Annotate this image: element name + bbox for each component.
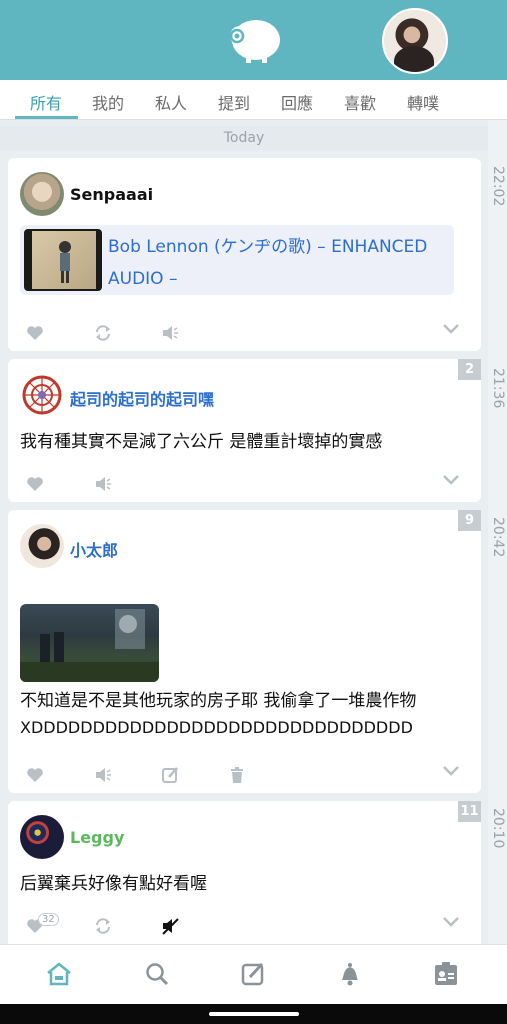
music-link-card[interactable]: Bob Lennon (ケンヂの歌) – ENHANCED AUDIO – (20, 225, 454, 295)
muted-icon[interactable] (161, 917, 179, 935)
author-name[interactable]: Leggy (70, 828, 124, 847)
tab-all[interactable]: 所有 (30, 90, 62, 114)
sheep-logo-icon[interactable] (226, 16, 282, 64)
plurk-card[interactable]: 2 起司的起司的起司嘿 我有種其實不是減了六公斤 是體重計壞掉的實感 (8, 359, 481, 502)
author-name[interactable]: Senpaaai (70, 185, 153, 204)
plurk-card[interactable]: 9 小太郎 不知道是不是其他玩家的房子耶 我偷拿了一堆農作物 XDDDDDDDD… (8, 510, 481, 793)
replurk-icon[interactable] (94, 324, 112, 342)
album-cover (24, 229, 102, 291)
plurk-text: XDDDDDDDDDDDDDDDDDDDDDDDDDDDDDDD (20, 718, 413, 737)
mute-icon[interactable] (94, 766, 112, 784)
attached-image[interactable] (20, 604, 159, 682)
plurk-text: 后翼棄兵好像有點好看喔 (20, 874, 207, 894)
chevron-down-icon[interactable] (443, 324, 459, 334)
active-tab-indicator (15, 116, 78, 119)
response-count-badge: 2 (458, 359, 481, 380)
search-icon[interactable] (144, 961, 170, 987)
chevron-down-icon[interactable] (443, 766, 459, 776)
system-navigation-bar (0, 1004, 507, 1024)
time-label: 20:42 (490, 517, 506, 558)
avatar[interactable] (20, 524, 64, 568)
heart-icon[interactable] (26, 324, 44, 342)
heart-icon[interactable] (26, 766, 44, 784)
trash-icon[interactable] (228, 766, 246, 784)
plurk-text: 不知道是不是其他玩家的房子耶 我偷拿了一堆農作物 (20, 691, 417, 711)
replurk-icon[interactable] (94, 917, 112, 935)
bell-icon[interactable] (337, 961, 363, 987)
response-count-badge: 9 (458, 510, 481, 531)
author-name[interactable]: 起司的起司的起司嘿 (70, 386, 214, 410)
bottom-navigation (0, 944, 507, 1004)
music-title[interactable]: Bob Lennon (ケンヂの歌) – ENHANCED AUDIO – (108, 231, 454, 295)
home-icon[interactable] (46, 961, 72, 987)
avatar[interactable] (20, 373, 64, 417)
mute-icon[interactable] (94, 475, 112, 493)
tab-private[interactable]: 私人 (155, 90, 187, 114)
tab-mentions[interactable]: 提到 (218, 90, 250, 114)
like-count: 32 (38, 913, 59, 926)
author-name[interactable]: 小太郎 (70, 537, 118, 561)
app-header (0, 0, 507, 80)
tab-replurks[interactable]: 轉噗 (407, 90, 439, 114)
user-avatar[interactable] (382, 8, 448, 74)
today-divider: Today (0, 126, 488, 150)
plurk-card[interactable]: 11 Leggy 后翼棄兵好像有點好看喔 32 (8, 801, 481, 944)
edit-icon[interactable] (161, 766, 179, 784)
compose-icon[interactable] (240, 961, 266, 987)
response-count-badge: 11 (458, 801, 481, 822)
mute-icon[interactable] (161, 324, 179, 342)
filter-tabs: 所有 我的 私人 提到 回應 喜歡 轉噗 (0, 80, 507, 120)
time-label: 22:02 (490, 166, 506, 207)
home-gesture-pill[interactable] (209, 1012, 299, 1016)
tab-likes[interactable]: 喜歡 (344, 90, 376, 114)
chevron-down-icon[interactable] (443, 917, 459, 927)
plurk-text: 我有種其實不是減了六公斤 是體重計壞掉的實感 (20, 432, 383, 452)
time-label: 21:36 (490, 368, 506, 409)
tab-responses[interactable]: 回應 (281, 90, 313, 114)
avatar[interactable] (20, 815, 64, 859)
heart-icon[interactable] (26, 475, 44, 493)
profile-card-icon[interactable] (433, 961, 459, 987)
time-label: 20:10 (490, 808, 506, 849)
tab-mine[interactable]: 我的 (92, 90, 124, 114)
chevron-down-icon[interactable] (443, 475, 459, 485)
avatar[interactable] (20, 172, 64, 216)
plurk-card[interactable]: Senpaaai Bob Lennon (ケンヂの歌) – ENHANCED A… (8, 158, 481, 351)
